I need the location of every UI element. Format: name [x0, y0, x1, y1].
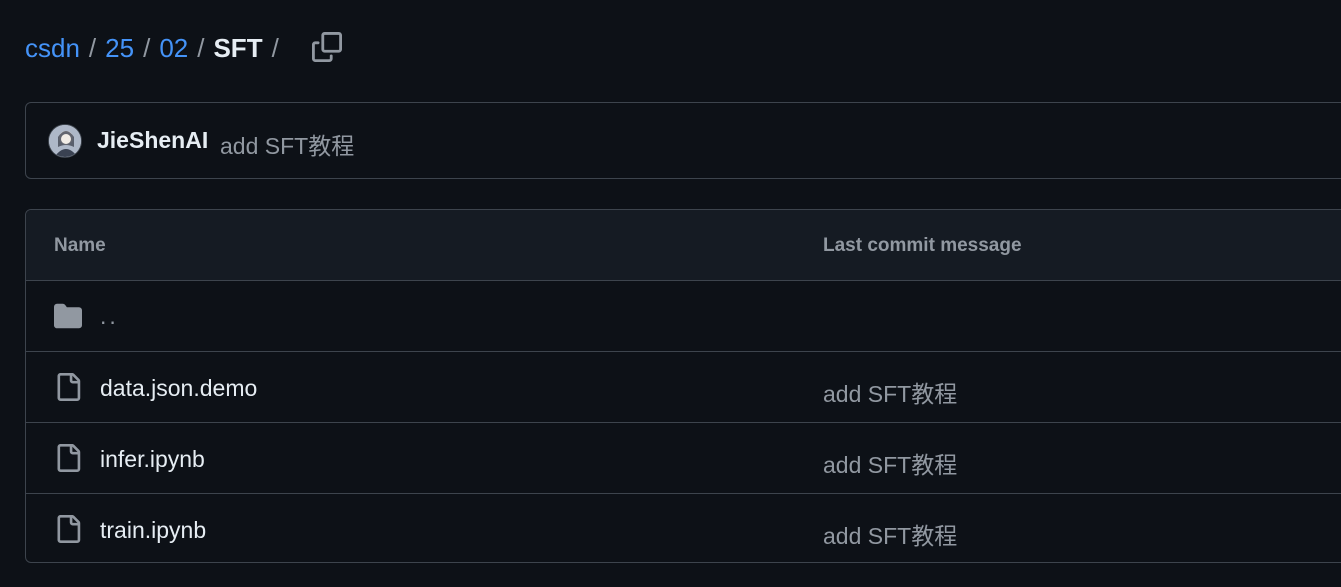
breadcrumb: csdn / 25 / 02 / SFT /: [25, 26, 288, 70]
table-row: data.json.demo add SFT教程: [26, 352, 1341, 423]
file-icon: [57, 373, 81, 401]
avatar-image: [49, 125, 81, 157]
table-header: Name Last commit message: [26, 210, 1341, 281]
file-link[interactable]: infer.ipynb: [100, 446, 205, 473]
copy-icon: [312, 32, 342, 62]
parent-directory-link[interactable]: ..: [100, 303, 119, 330]
file-commit-message[interactable]: add SFT教程: [823, 446, 957, 480]
breadcrumb-link-csdn[interactable]: csdn: [25, 33, 80, 64]
folder-icon: [54, 303, 82, 329]
column-header-last-commit-message: Last commit message: [823, 235, 1022, 256]
breadcrumb-separator: /: [197, 32, 205, 63]
commit-author[interactable]: JieShenAI: [97, 127, 208, 154]
breadcrumb-separator: /: [88, 32, 97, 63]
file-icon: [57, 515, 81, 543]
breadcrumb-current: SFT: [213, 32, 263, 63]
file-icon: [57, 444, 81, 472]
file-link[interactable]: train.ipynb: [100, 517, 206, 544]
breadcrumb-link-02[interactable]: 02: [159, 33, 188, 64]
latest-commit-box: JieShenAI add SFT教程: [25, 102, 1341, 179]
table-row: train.ipynb add SFT教程: [26, 494, 1341, 562]
file-commit-message[interactable]: add SFT教程: [823, 517, 957, 551]
parent-directory-row[interactable]: ..: [26, 281, 1341, 352]
commit-message[interactable]: add SFT教程: [220, 127, 354, 161]
breadcrumb-separator: /: [271, 32, 279, 63]
breadcrumb-separator: /: [143, 32, 151, 63]
file-commit-message[interactable]: add SFT教程: [823, 375, 957, 409]
table-row: infer.ipynb add SFT教程: [26, 423, 1341, 494]
file-link[interactable]: data.json.demo: [100, 375, 257, 402]
column-header-name: Name: [54, 235, 106, 256]
file-table: Name Last commit message .. data.json.de…: [25, 209, 1341, 563]
breadcrumb-link-25[interactable]: 25: [105, 33, 134, 64]
copy-path-button[interactable]: [308, 28, 346, 66]
avatar[interactable]: [48, 124, 82, 158]
